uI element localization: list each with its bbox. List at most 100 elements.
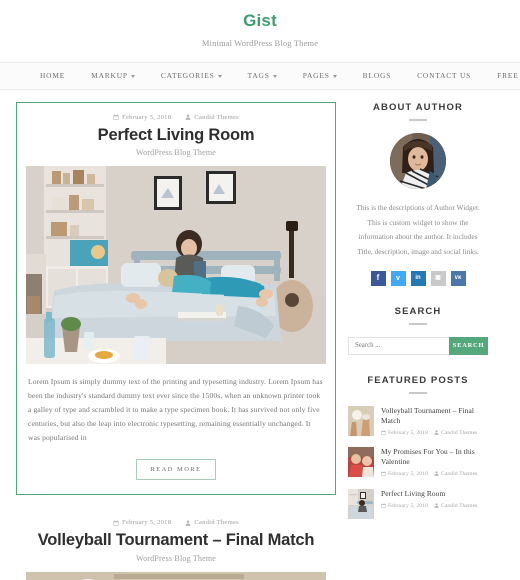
post-author-text: Candid Themes [194, 519, 239, 527]
linkedin-icon[interactable]: in [410, 270, 426, 286]
user-icon [185, 114, 191, 120]
instagram-icon[interactable]: ▣ [430, 270, 446, 286]
nav-item-free-download[interactable]: FREE DOWNLOAD [484, 71, 520, 80]
featured-post-thumbnail[interactable] [348, 488, 374, 519]
widget-divider [409, 322, 427, 325]
featured-post-date-text: February 5, 2018 [388, 471, 428, 478]
featured-post-date-text: February 5, 2018 [388, 502, 428, 509]
featured-post-meta: February 5, 2018 Candid Themes [381, 503, 488, 511]
nav-item-home[interactable]: HOME [36, 71, 78, 80]
post-title[interactable]: Perfect Living Room [26, 126, 326, 145]
vk-icon[interactable]: ᴠᴋ [450, 270, 466, 286]
post-meta: February 5, 2018 Candid Themes [26, 519, 326, 526]
nav-item-label: MARKUP [91, 71, 128, 81]
widget-divider [409, 391, 427, 394]
featured-post-item[interactable]: Volleyball Tournament – Final Match Febr… [348, 405, 488, 438]
site-description: Minimal WordPress Blog Theme [201, 37, 319, 48]
content-area: February 5, 2018 Candid Themes Perfect L… [0, 90, 520, 580]
site-title[interactable]: Gist [0, 11, 520, 31]
user-icon [434, 430, 439, 435]
post-date-text: February 5, 2018 [122, 113, 172, 121]
featured-post-author: Candid Themes [434, 471, 477, 479]
featured-post-author-text: Candid Themes [440, 471, 478, 478]
social-links: f ᴠ in ▣ ᴠᴋ [348, 270, 488, 286]
featured-post-author-text: Candid Themes [440, 429, 478, 436]
featured-post-title[interactable]: Perfect Living Room [381, 489, 488, 499]
twitter-icon[interactable]: ᴠ [390, 270, 406, 286]
chevron-down-icon [130, 74, 135, 78]
author-portrait [390, 132, 446, 189]
user-icon [434, 471, 439, 477]
nav-item-label: PAGES [302, 71, 330, 81]
post-date: February 5, 2018 [113, 114, 171, 121]
nav-item-markup[interactable]: MARKUP [78, 71, 148, 80]
post-card-volleyball-tournament: February 5, 2018 Candid Themes Volleybal… [16, 507, 336, 580]
nav-item-label: TAGS [247, 71, 270, 81]
nav-item-contact-us[interactable]: CONTACT US [404, 71, 484, 80]
widget-about-author: About Author [348, 102, 488, 286]
post-card-perfect-living-room: February 5, 2018 Candid Themes Perfect L… [16, 101, 336, 496]
post-meta: February 5, 2018 Candid Themes [26, 114, 326, 121]
chevron-down-icon [332, 74, 337, 78]
page-root: Gist Minimal WordPress Blog Theme HOME M… [0, 0, 520, 580]
featured-post-body: Perfect Living Room February 5, 2018 Can… [381, 489, 488, 511]
instagram-glyph: ▣ [435, 275, 441, 282]
featured-post-date: February 5, 2018 [381, 430, 428, 438]
valentine-thumb [348, 447, 374, 478]
post-subtitle: WordPress Blog Theme [135, 148, 217, 158]
widget-search: Search Search [348, 306, 488, 355]
facebook-glyph: f [376, 273, 380, 283]
linkedin-glyph: in [415, 275, 421, 282]
nav-item-label: FREE DOWNLOAD [497, 71, 520, 81]
sidebar: About Author [348, 102, 488, 539]
nav-item-pages[interactable]: PAGES [290, 71, 350, 80]
post-author: Candid Themes [185, 519, 239, 526]
nav-item-label: HOME [40, 71, 66, 81]
featured-post-title[interactable]: My Promises For You – In this Valentine [381, 447, 488, 467]
featured-post-item[interactable]: My Promises For You – In this Valentine … [348, 447, 488, 479]
nav-item-label: CONTACT US [417, 71, 472, 81]
featured-post-item[interactable]: Perfect Living Room February 5, 2018 Can… [348, 488, 488, 519]
featured-post-date: February 5, 2018 [381, 471, 428, 479]
post-author-text: Candid Themes [194, 113, 239, 121]
site-header: Gist Minimal WordPress Blog Theme [0, 0, 520, 62]
facebook-icon[interactable]: f [370, 270, 386, 286]
search-button[interactable]: Search [449, 336, 488, 355]
nav-item-tags[interactable]: TAGS [235, 71, 290, 80]
post-author: Candid Themes [185, 114, 239, 121]
featured-post-thumbnail[interactable] [348, 405, 374, 436]
calendar-icon [381, 471, 386, 477]
user-icon [434, 503, 439, 508]
featured-post-title[interactable]: Volleyball Tournament – Final Match [381, 406, 488, 426]
read-more-button[interactable]: Read More [135, 459, 217, 481]
search-input[interactable] [348, 336, 449, 355]
nav-item-blogs[interactable]: BLOGS [350, 71, 404, 80]
nav-item-label: CATEGORIES [160, 71, 215, 81]
post-featured-image[interactable] [26, 571, 326, 580]
nav-item-categories[interactable]: CATEGORIES [148, 71, 235, 80]
post-featured-image[interactable] [26, 166, 326, 365]
featured-post-thumbnail[interactable] [348, 447, 374, 478]
widget-divider [409, 118, 427, 121]
widget-title: Featured Posts [367, 374, 469, 386]
widget-title: Search [394, 305, 442, 317]
twitter-glyph: ᴠ [396, 274, 400, 282]
read-more-wrapper: Read More [26, 459, 326, 481]
post-date-text: February 5, 2018 [122, 519, 172, 527]
calendar-icon [381, 503, 386, 508]
widget-featured-posts: Featured Posts Volleyball Tournamen [348, 375, 488, 519]
featured-post-body: Volleyball Tournament – Final Match Febr… [381, 406, 488, 438]
search-form: Search [348, 336, 488, 355]
avatar [390, 132, 446, 189]
featured-post-author: Candid Themes [434, 430, 477, 438]
featured-post-author-text: Candid Themes [440, 502, 478, 509]
calendar-icon [381, 430, 386, 435]
volleyball-thumb [348, 405, 374, 436]
primary-navigation: HOME MARKUP CATEGORIES TAGS PAGES BLOGS [0, 63, 520, 89]
user-icon [185, 520, 191, 526]
featured-post-meta: February 5, 2018 Candid Themes [381, 471, 488, 479]
bedroom-thumb [348, 488, 374, 519]
post-title[interactable]: Volleyball Tournament – Final Match [26, 531, 326, 550]
featured-post-meta: February 5, 2018 Candid Themes [381, 430, 488, 438]
main-column: February 5, 2018 Candid Themes Perfect L… [16, 101, 336, 580]
